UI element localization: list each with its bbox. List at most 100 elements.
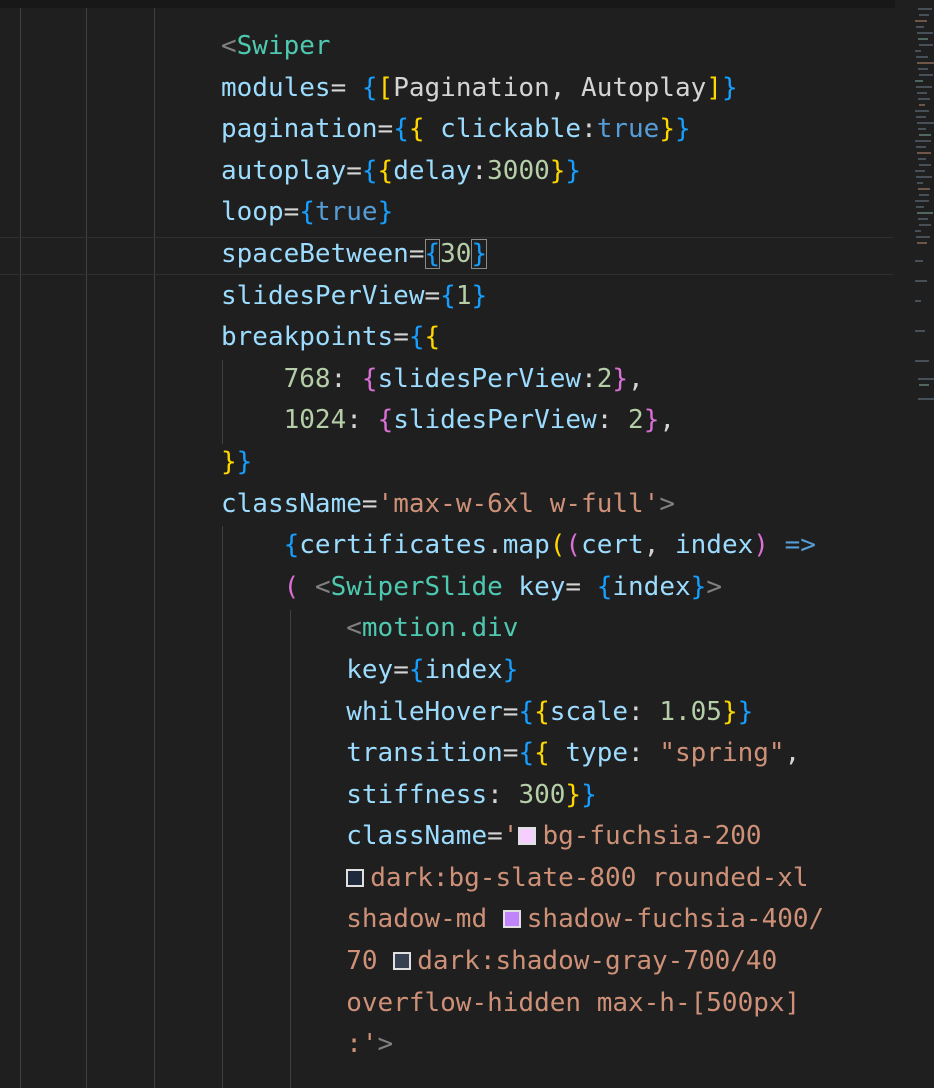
code-line[interactable]: key={index} <box>0 650 895 692</box>
code-line[interactable]: 768: {slidesPerView:2}, <box>0 359 895 401</box>
code-token: index <box>675 530 754 561</box>
color-swatch-icon[interactable] <box>518 827 537 846</box>
code-token: 3000 <box>487 155 550 186</box>
code-token: Pagination, Autoplay <box>393 72 707 103</box>
code-text-area[interactable]: <Swiper modules= {[Pagination, Autoplay]}… <box>0 26 895 1066</box>
code-token: Swiper <box>236 31 331 61</box>
code-line[interactable]: {certificates.map((cert, index) => <box>0 525 895 567</box>
code-token: { <box>440 280 456 311</box>
code-line[interactable]: spaceBetween={30} <box>0 234 895 276</box>
code-token: { <box>518 696 535 727</box>
code-token: { <box>408 114 425 145</box>
code-line[interactable]: slidesPerView={1} <box>0 276 895 318</box>
code-token: slidesPerView <box>221 280 425 311</box>
minimap-line <box>919 194 929 196</box>
minimap-line <box>918 378 934 380</box>
minimap[interactable] <box>895 0 934 420</box>
code-line[interactable]: dark:bg-slate-800 rounded-xl <box>0 858 895 900</box>
code-line[interactable]: 1024: {slidesPerView: 2}, <box>0 400 895 442</box>
code-token: : <box>596 405 629 436</box>
code-token: stiffness <box>346 779 488 810</box>
code-token: > <box>659 488 675 519</box>
code-token: } <box>675 114 691 145</box>
code-token: delay <box>393 155 472 186</box>
code-token: . <box>487 530 503 561</box>
code-token: 1024 <box>283 405 347 436</box>
minimap-line <box>915 360 929 362</box>
color-swatch-icon[interactable] <box>346 868 365 887</box>
code-line[interactable]: :'> <box>0 1024 895 1066</box>
code-token: motion.div <box>361 613 519 644</box>
code-token: certificates <box>299 530 488 561</box>
code-line[interactable]: overflow-hidden max-h-[500px] <box>0 983 895 1025</box>
code-line[interactable]: }} <box>0 442 895 484</box>
code-token: } <box>721 72 738 103</box>
minimap-line <box>915 140 931 142</box>
code-token: : <box>581 114 597 145</box>
code-token: } <box>471 238 488 269</box>
code-token: , <box>784 738 801 769</box>
minimap-line <box>919 74 933 76</box>
code-line[interactable]: stiffness: 300}} <box>0 775 895 817</box>
color-swatch-icon[interactable] <box>393 952 412 971</box>
code-token: slidesPerView <box>393 405 597 436</box>
code-line[interactable]: ( <SwiperSlide key= {index}> <box>0 567 895 609</box>
code-token: } <box>236 446 253 477</box>
code-line[interactable]: breakpoints={{ <box>0 317 895 359</box>
code-line[interactable]: <Swiper <box>0 26 895 68</box>
code-token: dark:bg-slate-800 rounded-xl <box>370 862 809 893</box>
code-line[interactable]: transition={{ type: "spring", <box>0 733 895 775</box>
code-token: } <box>737 696 754 727</box>
code-line[interactable]: whileHover={{scale: 1.05}} <box>0 692 895 734</box>
code-token: transition <box>346 738 503 769</box>
code-line[interactable]: className='max-w-6xl w-full'> <box>0 484 895 526</box>
code-line[interactable]: pagination={{ clickable:true}} <box>0 109 895 151</box>
code-token: < <box>221 31 237 61</box>
minimap-line <box>915 330 925 332</box>
minimap-line <box>915 50 921 52</box>
code-token: 2 <box>596 363 613 394</box>
code-line[interactable]: className=' bg-fuchsia-200 <box>0 816 895 858</box>
code-editor[interactable]: <Swiper modules= {[Pagination, Autoplay]}… <box>0 0 934 1088</box>
code-token: = <box>361 488 378 519</box>
code-line[interactable]: modules= {[Pagination, Autoplay]} <box>0 68 895 110</box>
code-token: { <box>361 155 378 186</box>
code-line[interactable]: 70 dark:shadow-gray-700/40 <box>0 941 895 983</box>
code-token: ) <box>753 530 769 561</box>
code-token: dark:shadow-gray-700/40 <box>417 946 778 977</box>
code-line[interactable]: <motion.div <box>0 608 895 650</box>
code-token: { <box>408 322 425 353</box>
code-token: clickable <box>424 114 582 145</box>
code-line[interactable]: loop={true} <box>0 192 895 234</box>
color-swatch-icon[interactable] <box>502 910 521 929</box>
code-token: = <box>393 654 409 685</box>
code-token: key <box>502 571 566 602</box>
code-token: cert <box>581 530 644 561</box>
code-token: overflow-hidden max-h-[500px] <box>346 987 801 1018</box>
code-token: ' <box>502 821 519 852</box>
minimap-line <box>917 32 933 34</box>
code-token: > <box>706 571 722 602</box>
code-token: = <box>283 197 300 228</box>
code-token: true <box>596 114 660 145</box>
code-token: pagination <box>221 114 378 145</box>
code-token: } <box>565 779 582 810</box>
code-token: slidesPerView <box>377 363 582 394</box>
code-line[interactable]: shadow-md shadow-fuchsia-400/ <box>0 899 895 941</box>
minimap-line <box>918 218 928 220</box>
code-token: { <box>534 738 550 769</box>
code-token: scale <box>549 696 629 727</box>
code-token: whileHover <box>346 696 503 727</box>
code-line[interactable]: autoplay={{delay:3000}} <box>0 151 895 193</box>
code-token: , <box>659 405 675 436</box>
code-token: index <box>612 571 691 602</box>
code-token: { <box>361 363 378 394</box>
code-token: ( <box>283 571 300 602</box>
